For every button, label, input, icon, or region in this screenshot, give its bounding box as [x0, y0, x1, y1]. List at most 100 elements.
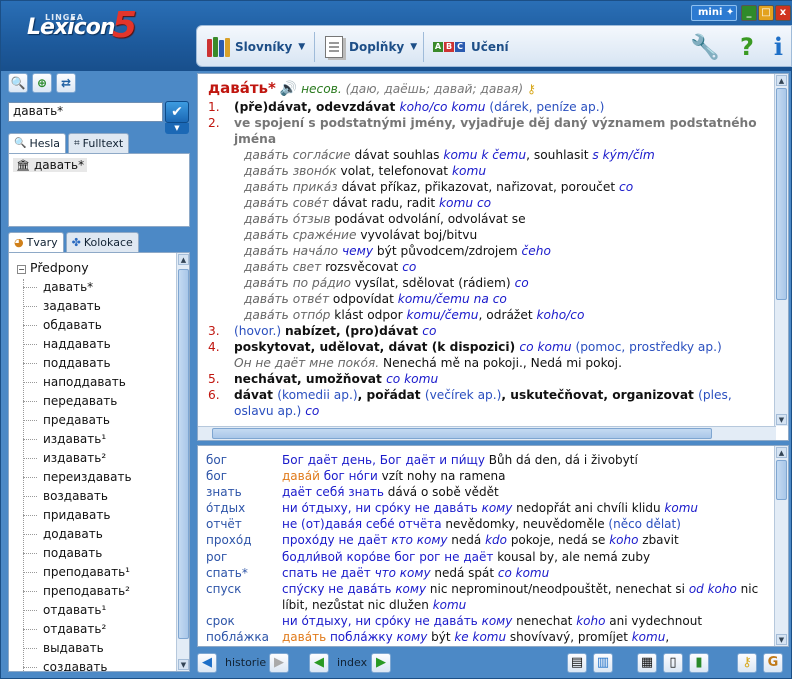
help-icon[interactable]: ?: [740, 32, 754, 62]
info-icon[interactable]: i: [774, 32, 783, 62]
search-input[interactable]: давать*: [8, 102, 163, 122]
tree-item[interactable]: переиздавать: [9, 468, 175, 487]
collocation-keyword: рог: [206, 549, 228, 564]
example-row: дава́ть свет rozsvěcovat co: [208, 259, 768, 275]
text-run: vysílat, sdělovat (rádiem): [354, 276, 515, 290]
entry-results-list: 🏛 давать*: [8, 153, 190, 227]
text-run: koho: [609, 533, 643, 548]
collocation-row[interactable]: спать* спать не даёт что кому nedá spát c…: [198, 565, 772, 581]
tree-item[interactable]: выдавать: [9, 639, 175, 658]
entry-scrollbar[interactable]: ▲ ▼: [774, 74, 788, 426]
text-run: co: [619, 180, 634, 194]
tab-collocations[interactable]: ✤ Kolokace: [65, 232, 139, 252]
tree-item[interactable]: издавать¹: [9, 430, 175, 449]
tree-scrollbar[interactable]: ▲ ▼: [176, 253, 189, 671]
collocation-row[interactable]: спуск спу́ску не дава́ть кому nic nepromi…: [198, 581, 772, 613]
grammar-icon[interactable]: G: [763, 653, 783, 673]
layout-columns-icon[interactable]: ▥: [593, 653, 613, 673]
collocation-row[interactable]: побла́жка дава́ть побла́жку кому být ke k…: [198, 629, 772, 645]
collapse-icon[interactable]: −: [17, 265, 26, 274]
tree-item[interactable]: поддавать: [9, 354, 175, 373]
collocation-row[interactable]: прохо́д прохо́ду не даёт кто кому nedá kd…: [198, 532, 772, 548]
tab-entries[interactable]: 🔍 Hesla: [8, 133, 67, 153]
tree-item[interactable]: обдавать: [9, 316, 175, 335]
tree-item[interactable]: задавать: [9, 297, 175, 316]
sense: 5. nechávat, umožňovat co komu: [208, 371, 768, 387]
confirm-search-button[interactable]: ✔: [165, 101, 189, 123]
sense: Он не даёт мне поко́я. Nenechá mě na pok…: [208, 355, 768, 371]
document-icon[interactable]: ▯: [663, 653, 683, 673]
tree-item[interactable]: наподдавать: [9, 373, 175, 392]
tree-item[interactable]: подавать: [9, 544, 175, 563]
tree-item[interactable]: издавать²: [9, 449, 175, 468]
key-icon[interactable]: ⚷: [737, 653, 757, 673]
tree-item[interactable]: воздавать: [9, 487, 175, 506]
tree-item[interactable]: передавать: [9, 392, 175, 411]
learning-button[interactable]: ABC Učení: [433, 34, 509, 60]
maximize-button[interactable]: □: [758, 5, 774, 21]
tree-item[interactable]: преподавать²: [9, 582, 175, 601]
collocation-row[interactable]: срок ни о́тдыху, ни сро́ку не дава́ть ком…: [198, 613, 772, 629]
minimize-button[interactable]: _: [741, 5, 757, 21]
history-back-icon[interactable]: ◀: [197, 653, 217, 673]
chevron-down-icon: ▼: [410, 42, 418, 52]
scroll-down-icon[interactable]: ▼: [178, 659, 189, 670]
text-run: , souhlasit: [526, 148, 593, 162]
collocations-scrollbar[interactable]: ▲ ▼: [774, 446, 788, 646]
scroll-down-icon[interactable]: ▼: [776, 414, 787, 425]
notes-icon[interactable]: ▦: [637, 653, 657, 673]
tab-forms[interactable]: ◕ Tvary: [8, 232, 64, 252]
collocation-row[interactable]: рог бодли́вой коро́ве бог рог не даёт kou…: [198, 549, 772, 565]
collocation-row[interactable]: отчёт не (от)дава́я себе́ отчёта nevědomk…: [198, 516, 772, 532]
text-run: спу́ску не дава́ть: [282, 581, 396, 596]
index-forward-icon[interactable]: ▶: [371, 653, 391, 673]
tree-item[interactable]: наддавать: [9, 335, 175, 354]
result-item[interactable]: 🏛 давать*: [13, 158, 88, 172]
collocation-row[interactable]: о́тдых ни о́тдыху, ни сро́ку не дава́ть к…: [198, 500, 772, 516]
zoom-in-icon[interactable]: ⊕: [32, 73, 52, 93]
text-run: прохо́ду не даёт: [282, 533, 392, 548]
tree-item[interactable]: давать*: [9, 278, 175, 297]
book-icon[interactable]: ▮: [689, 653, 709, 673]
history-forward-icon[interactable]: ▶: [269, 653, 289, 673]
mini-mode-button[interactable]: mini ✦: [691, 5, 737, 21]
scroll-up-icon[interactable]: ▲: [178, 254, 189, 265]
collocation-row[interactable]: бог Бог даёт день, Бог даёт и пи́щу Bůh d…: [198, 452, 772, 468]
swap-language-icon[interactable]: ⇄: [56, 73, 76, 93]
text-run: co komu: [497, 565, 550, 580]
tree-item[interactable]: отдавать¹: [9, 601, 175, 620]
sense-number: 6.: [208, 388, 220, 402]
scroll-up-icon[interactable]: ▲: [776, 447, 787, 458]
key-icon[interactable]: ⚷: [527, 82, 536, 96]
addons-menu[interactable]: Doplňky ▼: [325, 34, 417, 60]
text-run: кому: [481, 501, 517, 516]
tree-item[interactable]: отдавать²: [9, 620, 175, 639]
tree-item[interactable]: додавать: [9, 525, 175, 544]
scroll-up-icon[interactable]: ▲: [776, 75, 787, 86]
chevron-down-icon: ▼: [298, 42, 306, 52]
layout-split-icon[interactable]: ▤: [567, 653, 587, 673]
tab-fulltext[interactable]: ⌗ Fulltext: [68, 133, 130, 153]
tree-item[interactable]: предавать: [9, 411, 175, 430]
tree-item[interactable]: создавать: [9, 658, 175, 671]
tree-item[interactable]: придавать: [9, 506, 175, 525]
text-run: komu co: [439, 196, 492, 210]
example-row: дава́ть о́тзыв podávat odvolání, odvoláv…: [208, 211, 768, 227]
close-button[interactable]: x: [775, 5, 791, 21]
example-row: дава́ть сраже́ние vyvolávat boj/bitvu: [208, 227, 768, 243]
tree-item[interactable]: преподавать¹: [9, 563, 175, 582]
sound-icon[interactable]: 🔊: [280, 81, 297, 97]
wrench-icon[interactable]: 🔧: [690, 32, 720, 62]
index-back-icon[interactable]: ◀: [309, 653, 329, 673]
dictionaries-menu[interactable]: Slovníky ▼: [207, 34, 305, 60]
entry-hscrollbar[interactable]: [198, 426, 776, 440]
example-row: дава́ть сове́т dávat radu, radit komu co: [208, 195, 768, 211]
example-row: дава́ть отпо́р klást odpor komu/čemu, od…: [208, 307, 768, 323]
search-icon[interactable]: 🔍: [8, 73, 28, 93]
tree-root[interactable]: − Předpony: [9, 259, 175, 278]
collocation-row[interactable]: бог дава́й бог но́ги vzít nohy na ramena: [198, 468, 772, 484]
search-dropdown-button[interactable]: ▼: [165, 123, 189, 134]
scroll-down-icon[interactable]: ▼: [776, 634, 787, 645]
text-run: komu: [451, 164, 487, 178]
collocation-row[interactable]: знать даёт себя́ знать dává o sobě vědět: [198, 484, 772, 500]
